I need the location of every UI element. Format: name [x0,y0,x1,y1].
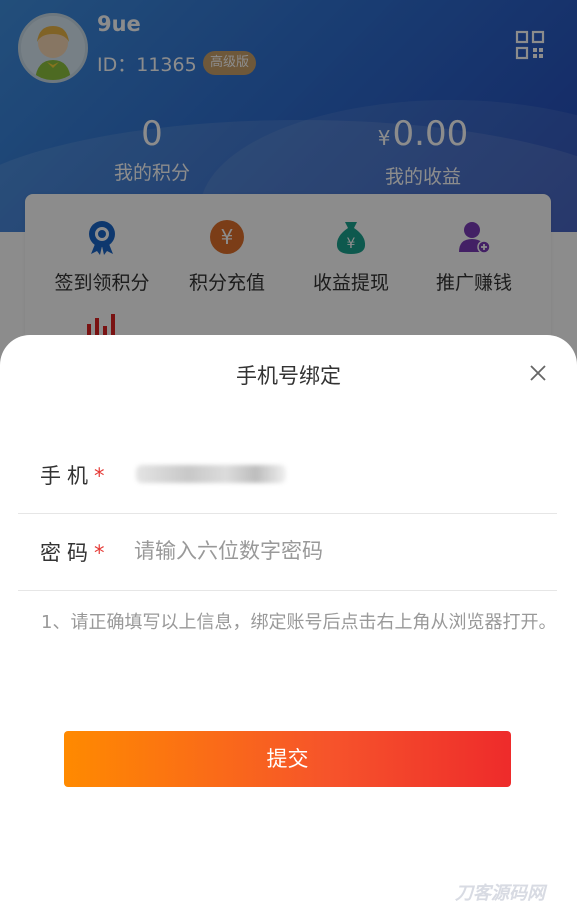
required-mark: * [94,541,105,565]
phone-row: 手机* [18,438,557,514]
required-mark: * [94,464,105,488]
watermark: 刀客源码网 [455,883,545,904]
submit-button[interactable]: 提交 [64,731,511,787]
modal-title: 手机号绑定 [236,364,341,388]
close-icon[interactable] [528,363,548,383]
phone-binding-modal: 手机号绑定 手机* 密码* 1、请正确填写以上信息，绑定账号后点击右上角从浏览器… [0,335,577,915]
notice-text: 1、请正确填写以上信息，绑定账号后点击右上角从浏览器打开。 [41,612,557,633]
blurred-phone-value [136,465,286,483]
password-input[interactable] [134,529,534,573]
password-row: 密码* [18,515,557,591]
phone-label: 手机* [40,464,105,488]
password-label: 密码* [40,541,105,565]
